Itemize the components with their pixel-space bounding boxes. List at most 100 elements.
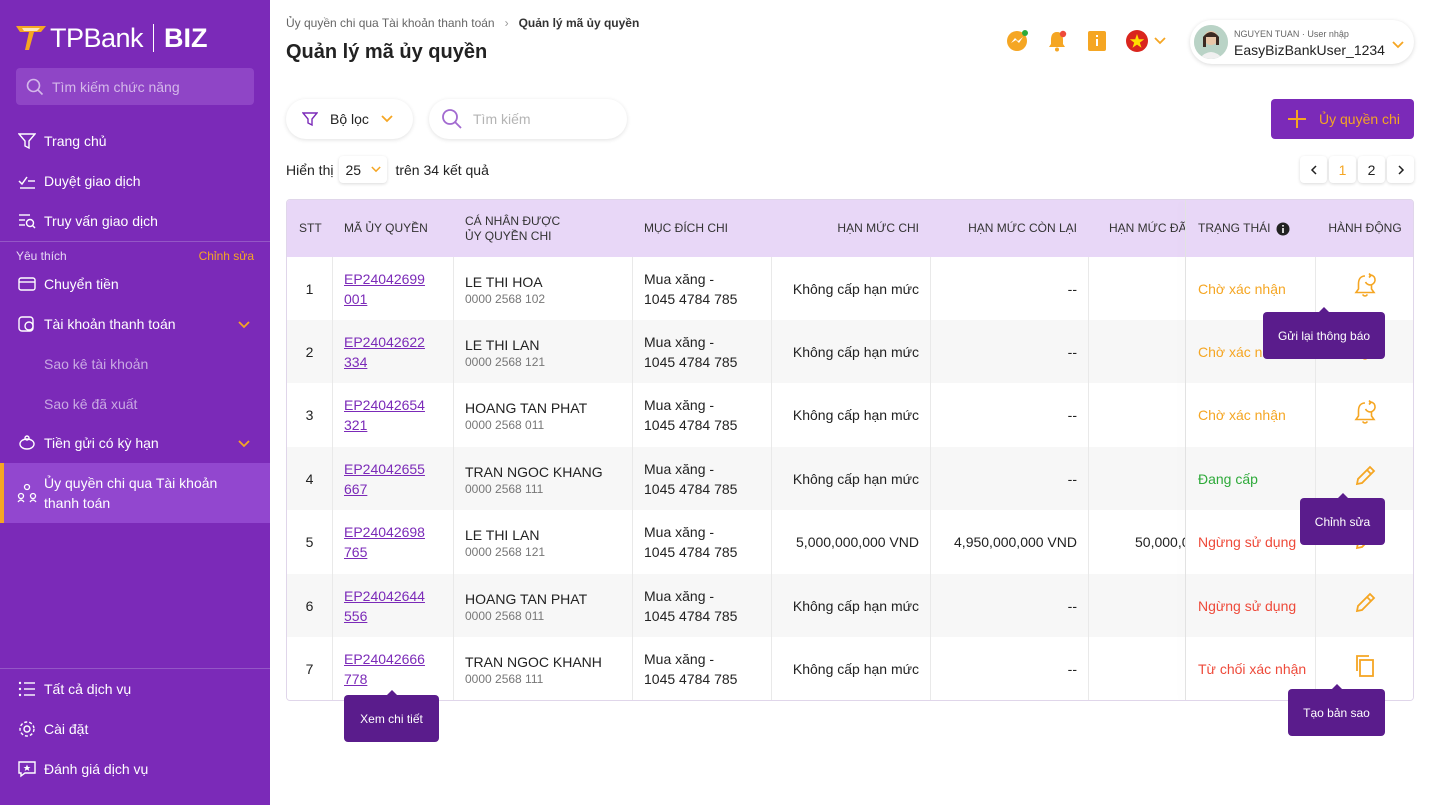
cell-person: LE THI LAN 0000 2568 121 — [465, 320, 545, 383]
cell-stt: 3 — [305, 407, 314, 424]
chevron-down-icon[interactable] — [238, 316, 250, 332]
cell-person: TRAN NGOC KHANG 0000 2568 111 — [465, 447, 603, 510]
table-header: STT MÃ ỦY QUYỀN CÁ NHÂN ĐƯỢC ỦY QUYỀN CH… — [287, 200, 1413, 257]
cell-used — [1089, 320, 1185, 383]
sidebar-item-term-deposit[interactable]: Tiền gửi có kỳ hạn — [0, 423, 270, 463]
sidebar-item-label: Tất cả dịch vụ — [44, 681, 132, 697]
info-icon[interactable] — [1276, 222, 1290, 236]
tpbank-logo[interactable]: TPBank BIZ — [16, 22, 208, 54]
cell-stt: 1 — [305, 280, 314, 297]
page-button-2[interactable]: 2 — [1358, 156, 1385, 183]
cell-code: EP24042654 321 — [344, 384, 425, 447]
sidebar-item-label: Đánh giá dịch vụ — [44, 761, 149, 777]
purpose-line1: Mua xăng - — [644, 460, 715, 477]
sidebar-item-authorization[interactable]: Ủy quyền chi qua Tài khoản thanh toán — [0, 463, 270, 523]
header-person-line2: ỦY QUYỀN CHI — [465, 228, 552, 243]
filter-button[interactable]: Bộ lọc — [286, 99, 413, 139]
chevron-down-icon[interactable] — [1392, 36, 1404, 54]
tooltip-resend: Gửi lại thông báo — [1263, 307, 1385, 359]
cell-remaining: -- — [1067, 407, 1077, 424]
user-name: EasyBizBankUser_1234 — [1234, 42, 1385, 58]
purpose-line2: 1045 4784 785 — [644, 607, 738, 624]
authorization-code-link[interactable]: EP24042666 — [344, 649, 425, 669]
purpose-line1: Mua xăng - — [644, 333, 715, 350]
page-button-1[interactable]: 1 — [1329, 156, 1356, 183]
purpose-line2: 1045 4784 785 — [644, 480, 738, 497]
authorization-code-link-line2[interactable]: 001 — [344, 289, 367, 309]
sidebar-item-settings[interactable]: Cài đặt — [0, 709, 270, 749]
sidebar-item-feedback[interactable]: Đánh giá dịch vụ — [0, 749, 270, 789]
cell-stt: 7 — [305, 660, 314, 677]
sidebar-subitem-statement[interactable]: Sao kê tài khoản — [44, 356, 148, 372]
messenger-icon[interactable] — [1004, 28, 1030, 54]
chevron-down-icon — [371, 166, 382, 173]
authorization-code-link-line2[interactable]: 667 — [344, 479, 367, 499]
cell-code: EP24042655 667 — [344, 447, 425, 510]
person-name: TRAN NGOC KHANG — [465, 463, 603, 480]
authorization-code-link[interactable]: EP24042699 — [344, 269, 425, 289]
search-input[interactable]: Tìm kiếm — [429, 99, 627, 139]
purpose-line2: 1045 4784 785 — [644, 353, 738, 370]
authorization-users-icon — [17, 483, 37, 503]
header-stt: STT — [299, 221, 322, 235]
info-book-icon[interactable] — [1084, 28, 1110, 54]
sidebar-item-label: Tiền gửi có kỳ hạn — [44, 435, 159, 451]
page-size-select[interactable]: 25 — [339, 156, 388, 183]
user-info: NGUYEN TUAN · User nhập EasyBizBankUser_… — [1234, 26, 1385, 58]
table-row: 1 EP24042699 001 LE THI HOA 0000 2568 102 Mua… — [287, 257, 1413, 320]
authorization-code-link-line2[interactable]: 334 — [344, 352, 367, 372]
authorization-code-link[interactable]: EP24042655 — [344, 459, 425, 479]
header-used: HẠN MỨC ĐÃ SỬ DỤNG — [1109, 221, 1185, 235]
sidebar-subitem-exported-statement[interactable]: Sao kê đã xuất — [44, 396, 137, 412]
sidebar-item-label: Duyệt giao dịch — [44, 173, 141, 189]
sidebar-item-approve[interactable]: Duyệt giao dịch — [0, 161, 270, 201]
search-placeholder: Tìm kiếm — [473, 111, 531, 127]
column-divider — [930, 257, 931, 700]
sidebar-item-all-services[interactable]: Tất cả dịch vụ — [0, 669, 270, 709]
breadcrumb-chevron-icon: › — [504, 16, 509, 30]
sidebar-item-transfer[interactable]: Chuyển tiền — [0, 264, 270, 304]
bell-icon[interactable] — [1044, 28, 1070, 54]
copy-icon[interactable] — [1354, 654, 1376, 683]
sidebar-item-query[interactable]: Truy vấn giao dịch — [0, 201, 270, 241]
show-label: Hiển thị — [286, 161, 334, 178]
prev-page-button[interactable] — [1300, 156, 1327, 183]
column-divider — [332, 257, 333, 700]
authorization-code-link-line2[interactable]: 765 — [344, 542, 367, 562]
header-code: MÃ ỦY QUYỀN — [344, 221, 428, 235]
language-chevron-down-icon[interactable] — [1154, 32, 1166, 50]
authorization-code-link-line2[interactable]: 556 — [344, 606, 367, 626]
sidebar-item-label: Trang chủ — [44, 133, 107, 149]
pencil-icon[interactable] — [1353, 464, 1377, 493]
authorization-code-link[interactable]: EP24042644 — [344, 586, 425, 606]
chevron-down-icon[interactable] — [238, 435, 250, 451]
user-menu[interactable]: NGUYEN TUAN · User nhập EasyBizBankUser_… — [1190, 20, 1414, 64]
vietnam-flag-icon[interactable] — [1124, 28, 1150, 54]
authorization-code-link[interactable]: EP24042622 — [344, 332, 425, 352]
cell-code: EP24042644 556 — [344, 574, 425, 637]
authorization-code-link[interactable]: EP24042698 — [344, 522, 425, 542]
sidebar-item-payment-account[interactable]: Tài khoản thanh toán — [0, 304, 270, 344]
add-authorization-button[interactable]: Ủy quyền chi — [1271, 99, 1414, 139]
favorites-edit-link[interactable]: Chỉnh sửa — [199, 249, 254, 263]
breadcrumb-parent[interactable]: Ủy quyền chi qua Tài khoản thanh toán — [286, 16, 495, 30]
authorization-code-link[interactable]: EP24042654 — [344, 395, 425, 415]
cell-status: Đang cấp — [1186, 447, 1315, 511]
sidebar-item-home[interactable]: Trang chủ — [0, 121, 270, 161]
next-page-button[interactable] — [1387, 156, 1414, 183]
bell-resend-icon[interactable] — [1352, 399, 1378, 431]
pencil-icon[interactable] — [1353, 591, 1377, 620]
tooltip-edit: Chỉnh sửa — [1300, 493, 1385, 545]
sidebar-search-input[interactable]: Tìm kiếm chức năng — [16, 68, 254, 105]
user-role: NGUYEN TUAN · User nhập — [1234, 29, 1349, 39]
person-name: HOANG TAN PHAT — [465, 400, 588, 417]
authorization-code-link-line2[interactable]: 321 — [344, 415, 367, 435]
person-account: 0000 2568 011 — [465, 418, 545, 433]
authorization-code-link-line2[interactable]: 778 — [344, 669, 367, 689]
bell-resend-icon[interactable] — [1352, 272, 1378, 304]
column-divider — [1088, 257, 1089, 700]
purpose-line1: Mua xăng - — [644, 650, 715, 667]
gear-icon — [17, 719, 37, 739]
account-icon — [17, 314, 37, 334]
main-content: Ủy quyền chi qua Tài khoản thanh toán › … — [270, 0, 1430, 805]
